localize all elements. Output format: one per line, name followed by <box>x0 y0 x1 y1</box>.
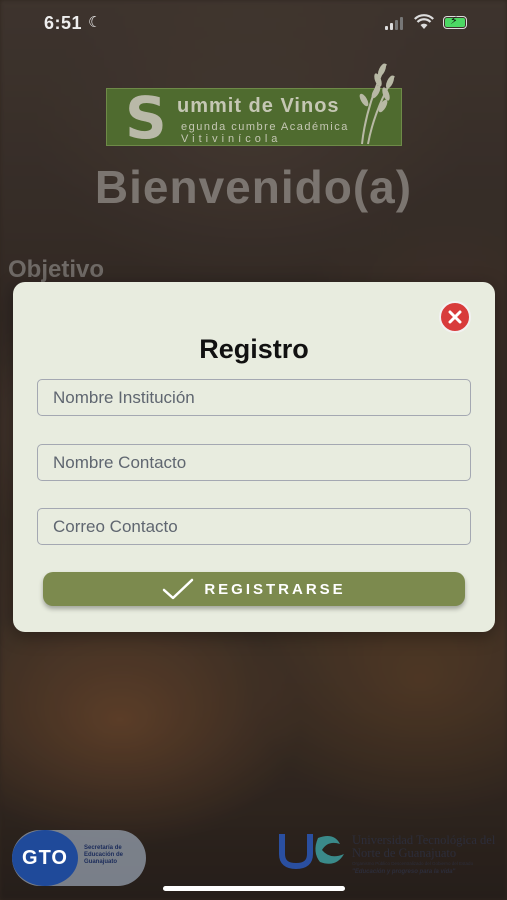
close-icon <box>448 310 462 324</box>
contact-name-placeholder: Nombre Contacto <box>53 452 187 472</box>
home-indicator[interactable] <box>163 886 345 891</box>
cellular-signal-icon <box>385 17 405 30</box>
institution-name-input[interactable]: Nombre Institución <box>37 379 471 416</box>
do-not-disturb-icon: ☾ <box>88 14 102 31</box>
contact-email-placeholder: Correo Contacto <box>53 516 178 536</box>
utng-motto: "Educación y progreso para la vida" <box>352 869 456 875</box>
contact-name-input[interactable]: Nombre Contacto <box>37 444 471 481</box>
checkmark-icon <box>163 578 194 600</box>
gto-text: Secretaría de Educación de Guanajuato <box>84 845 124 865</box>
institution-name-placeholder: Nombre Institución <box>53 387 195 407</box>
modal-title: Registro <box>199 334 309 364</box>
utng-name: Universidad Tecnológica del Norte de Gua… <box>352 833 496 860</box>
status-bar: 6:51 ☾ ⚡ <box>0 0 507 48</box>
utng-emblem-icon <box>279 834 344 870</box>
register-button-label: REGISTRARSE <box>204 580 346 598</box>
welcome-heading: Bienvenido(a) <box>94 161 413 213</box>
close-button[interactable] <box>439 301 471 333</box>
objetivo-heading: Objetivo <box>8 256 105 283</box>
logo-initial: S <box>125 84 167 152</box>
registration-modal: Registro Nombre Institución Nombre Conta… <box>13 282 495 632</box>
contact-email-input[interactable]: Correo Contacto <box>37 508 471 545</box>
register-button[interactable]: REGISTRARSE <box>43 572 465 606</box>
logo-title: ummit de Vinos <box>177 95 340 117</box>
wheat-icon <box>359 63 395 145</box>
clock: 6:51 <box>44 13 83 33</box>
gto-logo: GTO Secretaría de Educación de Guanajuat… <box>12 830 146 886</box>
battery-charging-icon: ⚡ <box>443 15 467 29</box>
gto-mark: GTO <box>12 830 78 886</box>
logo-subtitle-2: Vitivinícola <box>181 133 282 145</box>
utng-subtitle: Organismo Público Descentralizado del Go… <box>352 861 474 866</box>
wifi-icon <box>414 14 434 29</box>
logo-subtitle: egunda cumbre Académica <box>181 121 349 133</box>
utng-logo: Universidad Tecnológica del Norte de Gua… <box>278 830 496 886</box>
